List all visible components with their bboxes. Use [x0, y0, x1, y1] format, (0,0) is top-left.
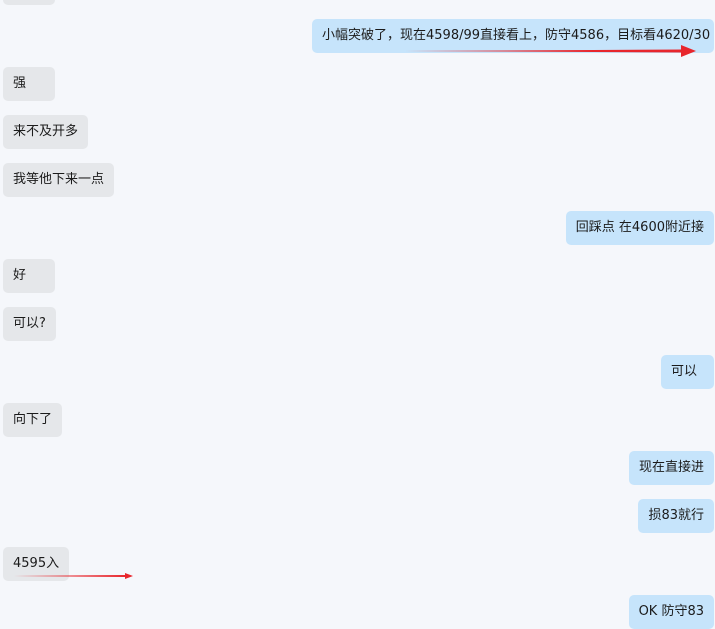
message-row: 可以	[0, 355, 715, 389]
incoming-message-bubble[interactable]: 我等他下来一点	[3, 163, 115, 197]
incoming-message-bubble[interactable]: 向下了	[3, 403, 63, 437]
message-row: 我等他下来一点	[0, 163, 715, 197]
message-row: 4595入	[0, 547, 715, 581]
outgoing-message-bubble[interactable]: OK 防守83	[628, 595, 714, 629]
outgoing-message-bubble[interactable]: 回踩点 在4600附近接	[565, 211, 714, 245]
outgoing-message-bubble[interactable]: 小幅突破了，现在4598/99直接看上，防守4586，目标看4620/30	[312, 19, 714, 53]
message-row: 回踩点 在4600附近接	[0, 211, 715, 245]
incoming-message-bubble[interactable]: 可以?	[3, 307, 56, 341]
message-row: 好	[0, 259, 715, 293]
message-row: 现在直接进	[0, 451, 715, 485]
message-row: 小幅突破了，现在4598/99直接看上，防守4586，目标看4620/30	[0, 19, 715, 57]
message-row: 来不及开多	[0, 115, 715, 149]
incoming-message-bubble[interactable]	[3, 0, 55, 5]
chat-thread[interactable]: 小幅突破了，现在4598/99直接看上，防守4586，目标看4620/30 强 …	[0, 0, 715, 629]
outgoing-message-bubble[interactable]: 现在直接进	[628, 451, 714, 485]
message-row: OK 防守83	[0, 595, 715, 629]
message-row: 向下了	[0, 403, 715, 437]
outgoing-message-bubble[interactable]: 损83就行	[638, 499, 714, 533]
incoming-message-bubble[interactable]: 来不及开多	[3, 115, 89, 149]
incoming-message-bubble[interactable]: 好	[3, 259, 55, 293]
incoming-message-bubble[interactable]: 4595入	[3, 547, 70, 581]
incoming-message-bubble[interactable]: 强	[3, 67, 55, 101]
outgoing-message-bubble[interactable]: 可以	[661, 355, 714, 389]
message-row: 强	[0, 67, 715, 101]
message-row: 可以?	[0, 307, 715, 341]
message-row	[0, 0, 715, 5]
message-row: 损83就行	[0, 499, 715, 533]
